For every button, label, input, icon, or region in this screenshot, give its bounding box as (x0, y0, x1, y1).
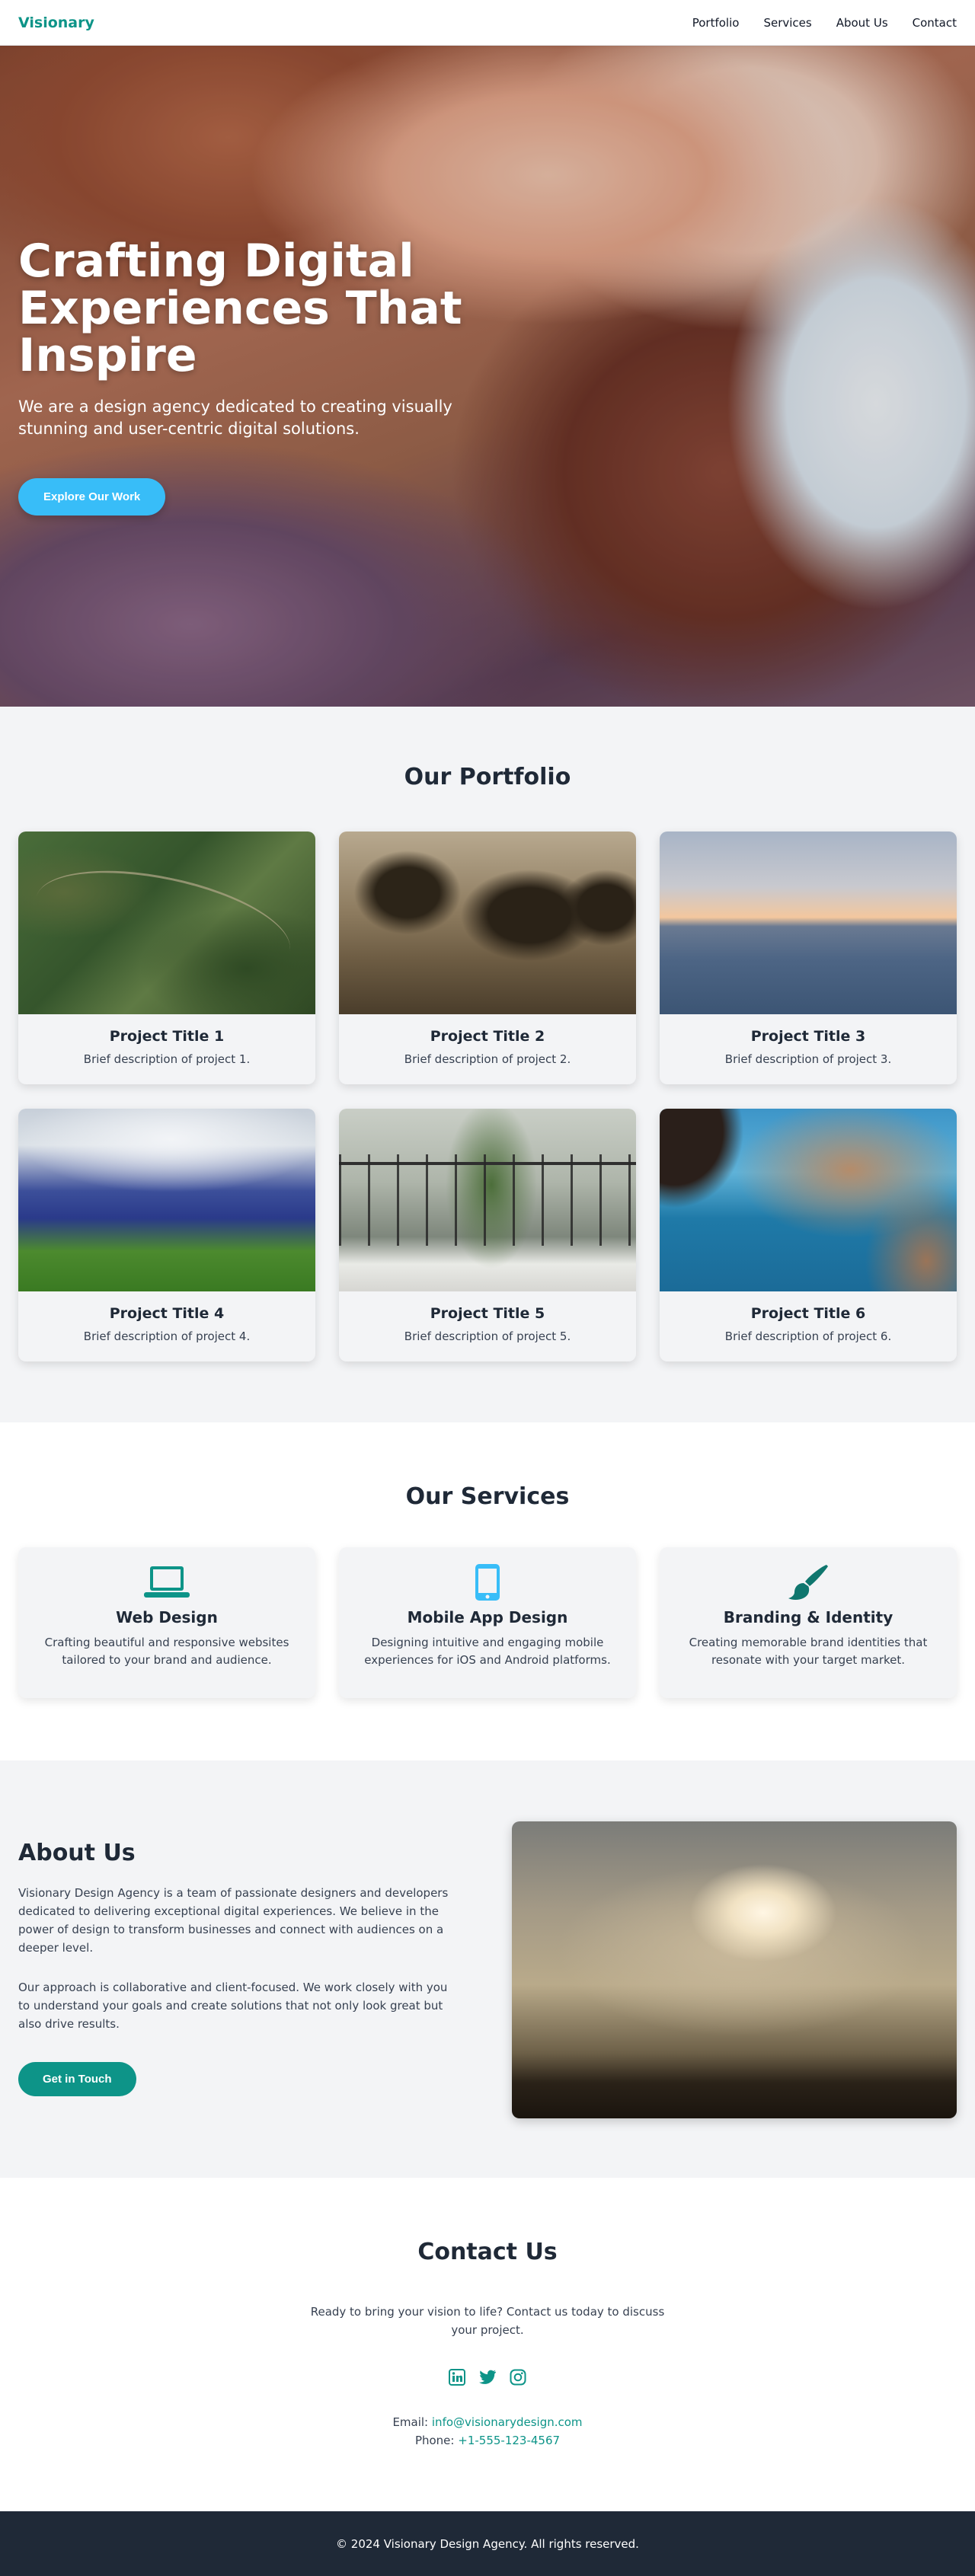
twitter-icon[interactable] (478, 2368, 497, 2386)
portfolio-section: Our Portfolio Project Title 1 Brief desc… (0, 707, 975, 1422)
site-header: Visionary Portfolio Services About Us Co… (0, 0, 975, 46)
project-image (660, 1109, 957, 1291)
service-title: Mobile App Design (407, 1608, 568, 1626)
mobile-icon (465, 1564, 510, 1601)
hero-content: Crafting Digital Experiences That Inspir… (18, 238, 475, 516)
laptop-icon (144, 1564, 190, 1601)
email-link[interactable]: info@visionarydesign.com (432, 2415, 583, 2429)
hero-section: Crafting Digital Experiences That Inspir… (0, 46, 975, 707)
contact-title: Contact Us (417, 2239, 558, 2265)
site-footer: © 2024 Visionary Design Agency. All righ… (0, 2511, 975, 2576)
logo[interactable]: Visionary (18, 14, 94, 31)
instagram-icon[interactable] (509, 2368, 527, 2386)
project-image (18, 832, 315, 1014)
copyright-text: © 2024 Visionary Design Agency. All righ… (336, 2536, 639, 2551)
project-title: Project Title 3 (750, 1028, 866, 1045)
service-title: Web Design (116, 1608, 218, 1626)
project-title: Project Title 6 (750, 1305, 866, 1322)
linkedin-icon[interactable] (448, 2368, 466, 2386)
contact-phone: Phone: +1-555-123-4567 (0, 2434, 975, 2447)
service-card-web-design: Web Design Crafting beautiful and respon… (18, 1547, 315, 1698)
project-description: Brief description of project 6. (724, 1329, 892, 1343)
service-description: Crafting beautiful and responsive websit… (44, 1636, 289, 1667)
paintbrush-icon (785, 1564, 831, 1601)
about-title: About Us (18, 1840, 136, 1866)
service-title: Branding & Identity (723, 1608, 893, 1626)
project-title: Project Title 1 (109, 1028, 225, 1045)
project-title: Project Title 2 (430, 1028, 545, 1045)
hero-subtitle: We are a design agency dedicated to crea… (18, 397, 452, 438)
services-title: Our Services (405, 1483, 570, 1510)
services-section: Our Services Web Design Crafting beautif… (0, 1422, 975, 1760)
nav-link-services[interactable]: Services (763, 16, 811, 30)
contact-text: Ready to bring your vision to life? Cont… (310, 2305, 665, 2337)
service-description: Designing intuitive and engaging mobile … (364, 1636, 611, 1667)
hero-title: Crafting Digital Experiences That Inspir… (18, 235, 462, 382)
project-card[interactable]: Project Title 3 Brief description of pro… (660, 832, 957, 1084)
explore-work-button[interactable]: Explore Our Work (18, 478, 166, 516)
main-nav: Portfolio Services About Us Contact (692, 16, 957, 30)
project-card[interactable]: Project Title 5 Brief description of pro… (339, 1109, 636, 1361)
about-paragraph: Visionary Design Agency is a team of pas… (18, 1886, 449, 1955)
contact-email: Email: info@visionarydesign.com (0, 2415, 975, 2429)
nav-link-about[interactable]: About Us (836, 16, 888, 30)
project-image (339, 832, 636, 1014)
project-description: Brief description of project 5. (404, 1329, 571, 1343)
contact-section: Contact Us Ready to bring your vision to… (0, 2178, 975, 2511)
project-description: Brief description of project 1. (83, 1052, 251, 1066)
project-description: Brief description of project 4. (83, 1329, 251, 1343)
project-card[interactable]: Project Title 4 Brief description of pro… (18, 1109, 315, 1361)
project-image (18, 1109, 315, 1291)
nav-link-contact[interactable]: Contact (913, 16, 957, 30)
social-links (0, 2368, 975, 2386)
service-card-branding: Branding & Identity Creating memorable b… (660, 1547, 957, 1698)
get-in-touch-button[interactable]: Get in Touch (18, 2062, 136, 2096)
about-section: About Us Visionary Design Agency is a te… (0, 1760, 975, 2178)
service-description: Creating memorable brand identities that… (689, 1636, 928, 1667)
portfolio-title: Our Portfolio (404, 764, 571, 790)
project-image (660, 832, 957, 1014)
project-title: Project Title 5 (430, 1305, 545, 1322)
project-card[interactable]: Project Title 2 Brief description of pro… (339, 832, 636, 1084)
service-card-mobile-app: Mobile App Design Designing intuitive an… (339, 1547, 636, 1698)
project-title: Project Title 4 (109, 1305, 225, 1322)
project-description: Brief description of project 2. (404, 1052, 571, 1066)
about-paragraph: Our approach is collaborative and client… (18, 1981, 448, 2031)
project-card[interactable]: Project Title 6 Brief description of pro… (660, 1109, 957, 1361)
project-description: Brief description of project 3. (724, 1052, 892, 1066)
phone-label: Phone: (414, 2434, 455, 2447)
project-card[interactable]: Project Title 1 Brief description of pro… (18, 832, 315, 1084)
project-image (339, 1109, 636, 1291)
phone-link[interactable]: +1-555-123-4567 (458, 2434, 560, 2447)
nav-link-portfolio[interactable]: Portfolio (692, 16, 740, 30)
about-image (512, 1821, 957, 2118)
email-label: Email: (392, 2415, 429, 2429)
